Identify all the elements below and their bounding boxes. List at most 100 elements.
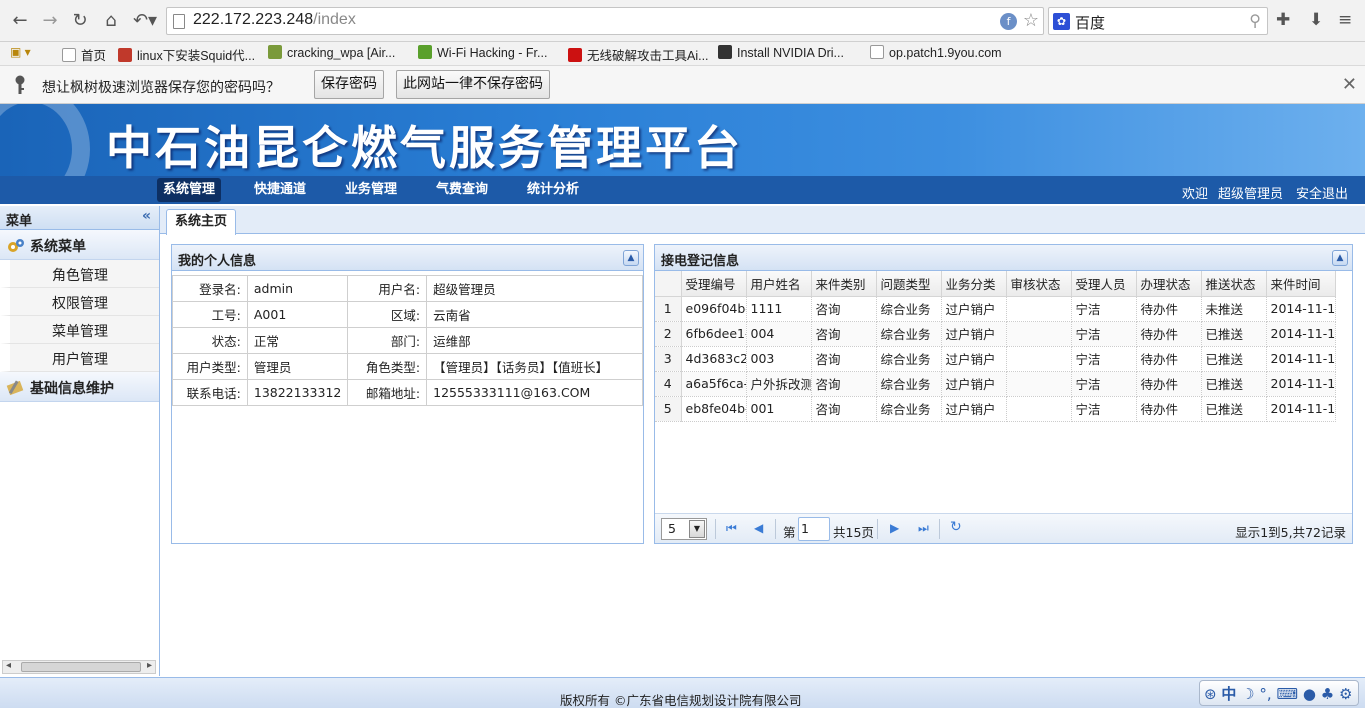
- scroll-thumb[interactable]: [21, 662, 141, 672]
- ime-mode-label[interactable]: 中: [1221, 685, 1236, 703]
- row-number: 4: [655, 371, 682, 397]
- column-header[interactable]: 业务分类: [941, 271, 1007, 297]
- table-cell: 2014-11-12: [1266, 321, 1336, 347]
- table-row[interactable]: 5 eb8fe04b-8001咨询综合业务过户销户 宁洁待办件已推送2014-11…: [655, 396, 1336, 422]
- table-row[interactable]: 4 a6a5f6ca-9户外拆改测咨询综合业务过户销户 宁洁待办件已推送2014-…: [655, 371, 1336, 397]
- sidebar-item-roles[interactable]: 角色管理: [0, 260, 159, 288]
- column-header[interactable]: 推送状态: [1201, 271, 1267, 297]
- grid-header-row: 受理编号 用户姓名 来件类别 问题类型 业务分类 审核状态 受理人员 办理状态 …: [655, 271, 1336, 297]
- column-header[interactable]: 来件类别: [811, 271, 877, 297]
- table-cell: [1006, 321, 1072, 347]
- chevron-down-icon[interactable]: ▼: [689, 520, 705, 538]
- column-header[interactable]: 问题类型: [876, 271, 942, 297]
- nav-statistics[interactable]: 统计分析: [521, 178, 585, 202]
- table-cell: 1111: [746, 296, 812, 322]
- bookmark-item[interactable]: Install NVIDIA Dri...: [718, 45, 844, 63]
- download-icon[interactable]: ⬇: [1309, 10, 1323, 30]
- tools-icon: [6, 380, 24, 396]
- first-page-icon[interactable]: ⏮: [726, 521, 737, 536]
- bookmark-item[interactable]: Wi-Fi Hacking - Fr...: [418, 45, 547, 63]
- nav-system[interactable]: 系统管理: [157, 178, 222, 202]
- scroll-right-icon[interactable]: ▸: [147, 660, 152, 671]
- url-text[interactable]: 222.172.223.248/index: [193, 11, 356, 29]
- table-cell: 咨询: [811, 346, 877, 372]
- bookmark-item[interactable]: 无线破解攻击工具Ai...: [568, 45, 709, 63]
- keyboard-icon[interactable]: ⌨: [1276, 685, 1298, 703]
- menu-icon[interactable]: ≡: [1338, 10, 1352, 30]
- table-row[interactable]: 3 4d3683c2- 003 咨询 综合业务 过户销户 宁洁 待办件 已推送 2014-11-…: [655, 346, 1336, 372]
- last-page-icon[interactable]: ⏭: [918, 521, 929, 536]
- page-size-select[interactable]: 5 ▼: [661, 518, 707, 540]
- sidebar-group-basic-info[interactable]: 基础信息维护: [0, 372, 159, 402]
- shirt-icon[interactable]: ♣: [1321, 685, 1334, 703]
- info-value: 超级管理员: [426, 275, 643, 302]
- nav-shortcut[interactable]: 快捷通道: [248, 178, 312, 202]
- page-number-input[interactable]: 1: [798, 517, 830, 541]
- column-header[interactable]: 用户姓名: [746, 271, 812, 297]
- save-password-button[interactable]: 保存密码: [314, 70, 384, 99]
- collapse-icon[interactable]: «: [142, 208, 151, 224]
- column-header[interactable]: 受理编号: [681, 271, 747, 297]
- scroll-left-icon[interactable]: ◂: [6, 660, 11, 671]
- moon-icon[interactable]: ☽: [1241, 685, 1254, 703]
- bookmark-item[interactable]: op.patch1.9you.com: [870, 45, 1002, 63]
- search-box[interactable]: ✿ 百度 ⚲: [1048, 7, 1268, 35]
- nav-business[interactable]: 业务管理: [339, 178, 403, 202]
- search-icon[interactable]: ⚲: [1249, 11, 1261, 30]
- table-cell: [1006, 396, 1072, 422]
- reload-icon[interactable]: ↻: [68, 9, 92, 33]
- logout-link[interactable]: 安全退出: [1296, 183, 1348, 202]
- sidebar-scrollbar[interactable]: ◂ ▸: [2, 660, 156, 674]
- table-cell: 未推送: [1201, 296, 1267, 322]
- never-save-button[interactable]: 此网站一律不保存密码: [396, 70, 550, 99]
- refresh-icon[interactable]: ↻: [950, 519, 962, 535]
- forward-icon[interactable]: →: [38, 9, 62, 33]
- info-label: 用户名:: [347, 275, 428, 302]
- table-cell: [1006, 296, 1072, 322]
- bookmark-item[interactable]: cracking_wpa [Air...: [268, 45, 395, 63]
- address-bar[interactable]: 222.172.223.248/index f ☆: [166, 7, 1044, 35]
- puzzle-icon[interactable]: ✚: [1276, 10, 1290, 30]
- sidebar-item-users[interactable]: 用户管理: [0, 344, 159, 372]
- ime-toolbar[interactable]: ⊛ 中 ☽ °, ⌨ ● ♣ ⚙: [1199, 680, 1359, 706]
- info-label: 联系电话:: [172, 379, 248, 406]
- next-page-icon[interactable]: ▶: [890, 521, 899, 535]
- extension-f-icon[interactable]: f: [1000, 13, 1017, 30]
- bookmark-star-icon[interactable]: ☆: [1023, 10, 1039, 31]
- undo-close-icon[interactable]: ↶▾: [130, 9, 160, 33]
- mic-icon[interactable]: ●: [1303, 685, 1316, 703]
- collapse-panel-icon[interactable]: ▲: [1332, 250, 1348, 266]
- table-cell: a6a5f6ca-9: [681, 371, 747, 397]
- bookmark-folder-icon[interactable]: ▣ ▾: [10, 45, 31, 63]
- collapse-panel-icon[interactable]: ▲: [623, 250, 639, 266]
- table-cell: 003: [746, 346, 812, 372]
- sidebar-item-permissions[interactable]: 权限管理: [0, 288, 159, 316]
- sidebar: 菜单 « 系统菜单 角色管理 权限管理 菜单管理 用户管理 基础信息维护 ◂ ▸: [0, 206, 160, 676]
- column-header[interactable]: 受理人员: [1071, 271, 1137, 297]
- bookmark-item[interactable]: linux下安装Squid代...: [118, 45, 255, 63]
- records-panel: 接电登记信息 ▲ 受理编号 用户姓名 来件类别 问题类型 业务分类 审核状态 受…: [654, 244, 1353, 544]
- info-row: 联系电话: 13822133312 邮箱地址: 12555333111@163.COM: [172, 379, 643, 406]
- column-header[interactable]: 来件时间: [1266, 271, 1336, 297]
- page-size-value: 5: [668, 521, 676, 536]
- table-row[interactable]: 2 6fb6dee1-e004咨询综合业务过户销户 宁洁待办件已推送2014-11…: [655, 321, 1336, 347]
- gear-icon[interactable]: ⚙: [1339, 685, 1352, 703]
- browser-toolbar: ← → ↻ ⌂ ↶▾ 222.172.223.248/index f ☆ ✿ 百…: [0, 0, 1365, 42]
- info-label: 部门:: [347, 327, 428, 354]
- tab-home[interactable]: 系统主页: [166, 209, 237, 235]
- column-header[interactable]: 审核状态: [1006, 271, 1072, 297]
- bookmark-item[interactable]: 首页: [62, 45, 106, 63]
- table-row[interactable]: 1 e096f04b-31111咨询综合业务过户销户 宁洁待办件未推送2014-1…: [655, 296, 1336, 322]
- prev-page-icon[interactable]: ◀: [754, 521, 763, 535]
- table-cell: 过户销户: [941, 296, 1007, 322]
- back-icon[interactable]: ←: [8, 9, 32, 33]
- sidebar-group-system[interactable]: 系统菜单: [0, 230, 159, 260]
- punctuation-icon[interactable]: °,: [1259, 685, 1271, 703]
- table-cell: 004: [746, 321, 812, 347]
- home-icon[interactable]: ⌂: [99, 9, 123, 33]
- sidebar-item-menus[interactable]: 菜单管理: [0, 316, 159, 344]
- nav-gas-fee[interactable]: 气费查询: [430, 178, 494, 202]
- app-title: 中石油昆仑燃气服务管理平台: [106, 121, 743, 175]
- close-icon[interactable]: ✕: [1342, 74, 1357, 95]
- column-header[interactable]: 办理状态: [1136, 271, 1202, 297]
